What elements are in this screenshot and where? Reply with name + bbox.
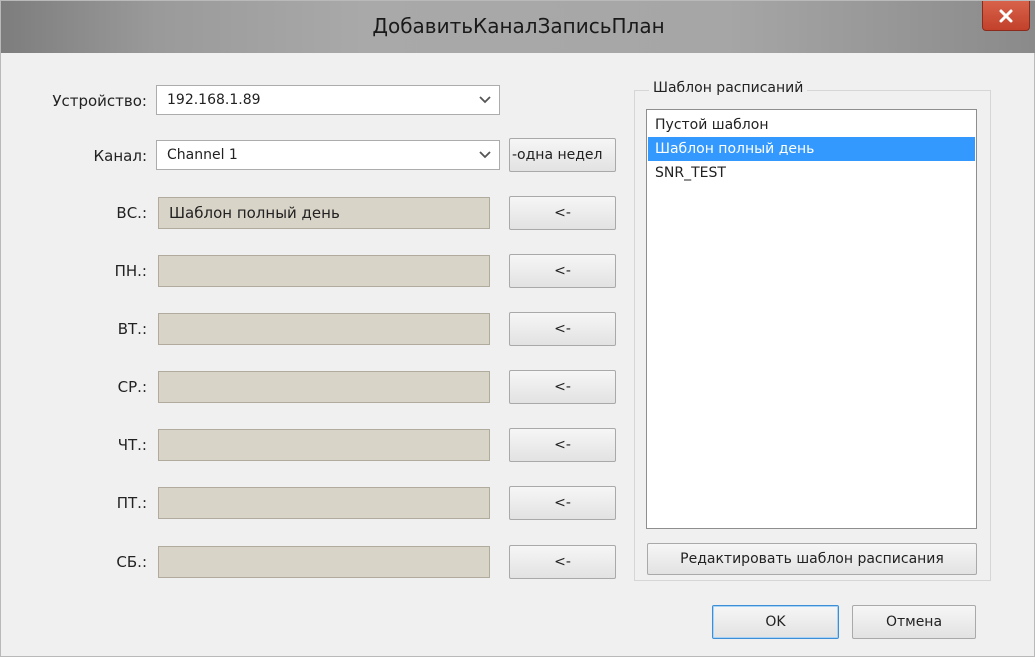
chevron-down-icon [479, 151, 491, 159]
day-label-fri: ПТ.: [116, 494, 147, 512]
close-icon [999, 9, 1013, 22]
assign-button-fri[interactable]: <- [509, 486, 616, 520]
day-field-sun: Шаблон полный день [158, 197, 490, 229]
assign-button-mon[interactable]: <- [509, 254, 616, 288]
assign-button-wed[interactable]: <- [509, 370, 616, 404]
edit-template-button[interactable]: Редактировать шаблон расписания [647, 543, 977, 575]
day-value-sun: Шаблон полный день [169, 204, 340, 222]
assign-button-tue[interactable]: <- [509, 312, 616, 346]
templates-list[interactable]: Пустой шаблон Шаблон полный день SNR_TES… [646, 109, 977, 529]
list-item-selected[interactable]: Шаблон полный день [648, 137, 975, 161]
channel-select[interactable]: Channel 1 [156, 140, 500, 170]
day-field-sat [158, 546, 490, 578]
channel-value: Channel 1 [167, 147, 238, 163]
chevron-down-icon [479, 96, 491, 104]
assign-button-sat[interactable]: <- [509, 545, 616, 579]
close-button[interactable] [982, 1, 1030, 31]
week-button[interactable]: -одна недел [509, 138, 616, 172]
day-label-sun: ВС.: [116, 204, 147, 222]
day-field-tue [158, 313, 490, 345]
dialog-window: ДобавитьКаналЗаписьПлан Устройство: 192.… [0, 0, 1035, 657]
day-label-tue: ВТ.: [117, 320, 147, 338]
list-item[interactable]: SNR_TEST [648, 161, 975, 185]
ok-button[interactable]: OK [712, 605, 839, 639]
day-label-wed: СР.: [117, 378, 147, 396]
list-item[interactable]: Пустой шаблон [648, 113, 975, 137]
device-value: 192.168.1.89 [167, 92, 261, 108]
day-field-wed [158, 371, 490, 403]
title-bar[interactable]: ДобавитьКаналЗаписьПлан [1, 1, 1035, 53]
device-select[interactable]: 192.168.1.89 [156, 85, 500, 115]
day-field-thu [158, 429, 490, 461]
channel-label: Канал: [93, 147, 147, 165]
day-label-thu: ЧТ.: [117, 436, 147, 454]
templates-group-title: Шаблон расписаний [649, 80, 808, 96]
cancel-button[interactable]: Отмена [852, 605, 976, 639]
day-label-mon: ПН.: [114, 262, 147, 280]
day-field-mon [158, 255, 490, 287]
day-label-sat: СБ.: [116, 553, 147, 571]
assign-button-thu[interactable]: <- [509, 428, 616, 462]
device-label: Устройство: [52, 92, 147, 110]
window-title: ДобавитьКаналЗаписьПлан [372, 14, 665, 38]
assign-button-sun[interactable]: <- [509, 196, 616, 230]
day-field-fri [158, 487, 490, 519]
